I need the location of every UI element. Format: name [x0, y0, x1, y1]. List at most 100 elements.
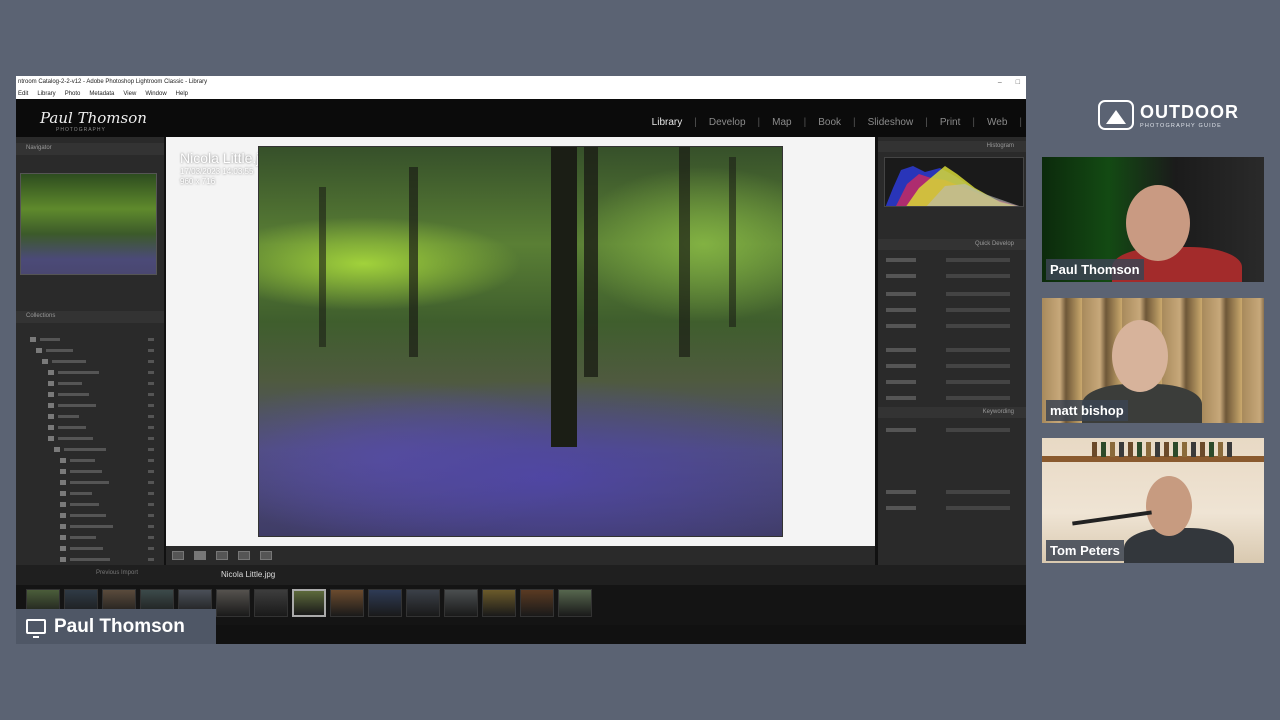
module-library[interactable]: Library: [652, 117, 683, 128]
folder-tree-row[interactable]: [24, 480, 156, 486]
panel-control-row[interactable]: [886, 489, 1018, 495]
folder-tree-row[interactable]: [24, 359, 156, 365]
module-slideshow[interactable]: Slideshow: [868, 117, 914, 128]
folder-tree-row[interactable]: [24, 403, 156, 409]
filmstrip-thumbnail[interactable]: [444, 589, 478, 617]
menu-bar: Edit Library Photo Metadata View Window …: [16, 88, 1026, 99]
folder-tree-row[interactable]: [24, 458, 156, 464]
navigator-label: Navigator: [26, 145, 52, 151]
people-view-icon[interactable]: [260, 551, 272, 560]
filmstrip-thumbnail[interactable]: [216, 589, 250, 617]
tree-trunk: [584, 147, 598, 377]
presenter-badge: Paul Thomson: [16, 609, 216, 644]
bluebell-forest-photo[interactable]: [258, 146, 783, 537]
loupe-viewer[interactable]: Nicola Little.jpg 17/03/2023 14:03:55 96…: [166, 137, 875, 546]
module-map[interactable]: Map: [772, 117, 791, 128]
module-web[interactable]: Web: [987, 117, 1007, 128]
panel-control-row[interactable]: [886, 347, 1018, 353]
folder-icon: [48, 403, 54, 408]
panel-control-row[interactable]: [886, 273, 1018, 279]
menu-edit[interactable]: Edit: [18, 91, 28, 97]
folder-tree-row[interactable]: [24, 447, 156, 453]
folder-icon: [60, 513, 66, 518]
folder-icon: [60, 546, 66, 551]
menu-window[interactable]: Window: [145, 91, 166, 97]
filmstrip-source-bar: Previous Import Nicola Little.jpg: [16, 565, 1026, 585]
grid-view-icon[interactable]: [172, 551, 184, 560]
folder-tree-row[interactable]: [24, 414, 156, 420]
compare-view-icon[interactable]: [216, 551, 228, 560]
panel-control-row[interactable]: [886, 363, 1018, 369]
menu-metadata[interactable]: Metadata: [89, 91, 114, 97]
menu-help[interactable]: Help: [176, 91, 188, 97]
module-book[interactable]: Book: [818, 117, 841, 128]
filmstrip-thumbnail[interactable]: [520, 589, 554, 617]
folder-icon: [60, 458, 66, 463]
minimize-icon[interactable]: –: [998, 79, 1002, 86]
filmstrip-thumbnail[interactable]: [406, 589, 440, 617]
module-picker: Library | Develop | Map | Book | Slidesh…: [651, 117, 1022, 128]
folder-tree-row[interactable]: [24, 370, 156, 376]
bottle: [1164, 442, 1169, 457]
bottle: [1173, 442, 1178, 457]
folder-icon: [48, 370, 54, 375]
panel-control-row[interactable]: [886, 379, 1018, 385]
filmstrip-thumbnail[interactable]: [292, 589, 326, 617]
module-develop[interactable]: Develop: [709, 117, 746, 128]
histogram-header[interactable]: Histogram: [878, 141, 1026, 152]
panel-control-row[interactable]: [886, 427, 1018, 433]
quick-develop-header[interactable]: Quick Develop: [878, 239, 1026, 250]
filmstrip-thumbnail[interactable]: [254, 589, 288, 617]
panel-control-row[interactable]: [886, 323, 1018, 329]
filmstrip-thumbnail[interactable]: [482, 589, 516, 617]
bottle: [1155, 442, 1160, 457]
tree-trunk: [551, 147, 577, 447]
filmstrip-thumbnail[interactable]: [368, 589, 402, 617]
folder-tree-row[interactable]: [24, 557, 156, 563]
menu-photo[interactable]: Photo: [65, 91, 81, 97]
panel-control-row[interactable]: [886, 291, 1018, 297]
folder-tree-row[interactable]: [24, 546, 156, 552]
folder-tree-row[interactable]: [24, 337, 156, 343]
panel-control-row[interactable]: [886, 257, 1018, 263]
participant-tile[interactable]: Tom Peters: [1042, 438, 1264, 563]
panel-control-row[interactable]: [886, 307, 1018, 313]
bottle: [1218, 442, 1223, 457]
navigator-preview[interactable]: [20, 173, 157, 275]
folder-icon: [42, 359, 48, 364]
keywording-header[interactable]: Keywording: [878, 407, 1026, 418]
folder-tree-row[interactable]: [24, 425, 156, 431]
survey-view-icon[interactable]: [238, 551, 250, 560]
navigator-header[interactable]: Navigator: [16, 143, 164, 155]
folder-tree-row[interactable]: [24, 524, 156, 530]
identity-plate-bar: Paul Thomson PHOTOGRAPHY Library | Devel…: [16, 99, 1026, 137]
menu-library[interactable]: Library: [37, 91, 55, 97]
bottle: [1110, 442, 1115, 457]
module-print[interactable]: Print: [940, 117, 961, 128]
panel-control-row[interactable]: [886, 395, 1018, 401]
folder-tree-row[interactable]: [24, 513, 156, 519]
folder-tree-row[interactable]: [24, 436, 156, 442]
folder-tree-row[interactable]: [24, 502, 156, 508]
filmstrip-thumbnail[interactable]: [558, 589, 592, 617]
folder-icon: [54, 447, 60, 452]
participant-tile[interactable]: matt bishop: [1042, 298, 1264, 423]
filmstrip-current-file[interactable]: Nicola Little.jpg: [221, 570, 275, 579]
collections-header[interactable]: Collections: [16, 311, 164, 323]
folder-tree-row[interactable]: [24, 535, 156, 541]
histogram-label: Histogram: [986, 143, 1014, 149]
filmstrip-source-prefix: Previous Import: [96, 570, 139, 576]
loupe-view-icon[interactable]: [194, 551, 206, 560]
folder-tree-row[interactable]: [24, 381, 156, 387]
folder-tree-row[interactable]: [24, 491, 156, 497]
maximize-icon[interactable]: □: [1016, 79, 1020, 86]
menu-view[interactable]: View: [123, 91, 136, 97]
folder-tree-row[interactable]: [24, 348, 156, 354]
panel-control-row[interactable]: [886, 505, 1018, 511]
folder-tree-row[interactable]: [24, 392, 156, 398]
bottle: [1227, 442, 1232, 457]
filmstrip-thumbnail[interactable]: [330, 589, 364, 617]
folder-tree-row[interactable]: [24, 469, 156, 475]
folder-icon: [60, 535, 66, 540]
participant-tile[interactable]: Paul Thomson: [1042, 157, 1264, 282]
